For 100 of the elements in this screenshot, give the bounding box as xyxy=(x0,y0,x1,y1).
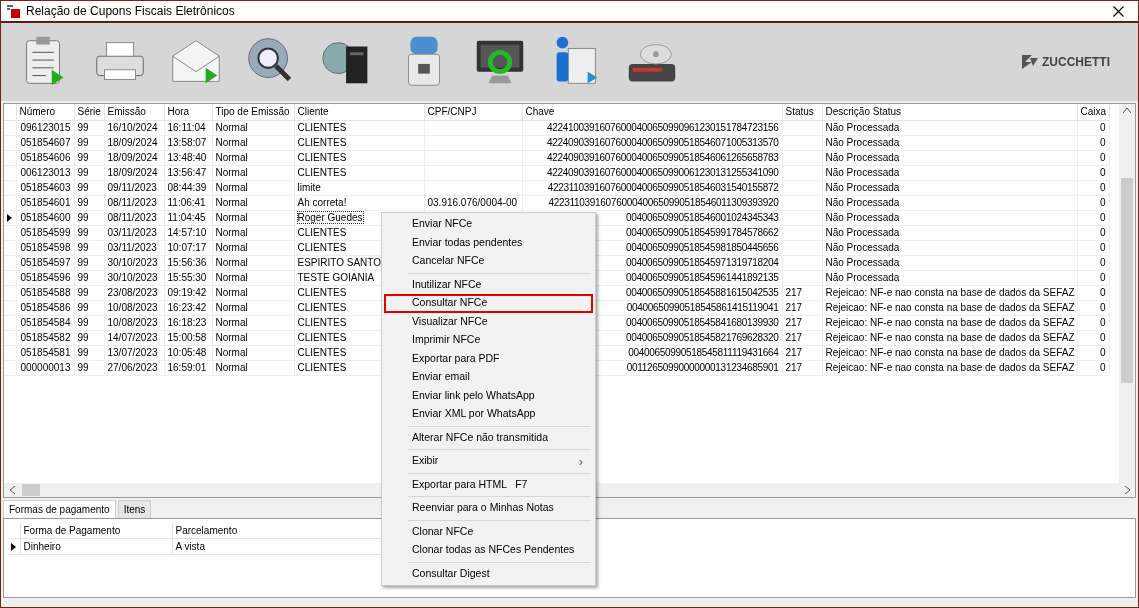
table-cell: 18/09/2024 xyxy=(104,165,164,180)
table-cell: Normal xyxy=(212,315,294,330)
table-cell: 0 xyxy=(1077,135,1109,150)
table-cell: 13:58:07 xyxy=(164,135,212,150)
table-cell: 42240903916076000400650990518546061265658783 xyxy=(522,150,782,165)
table-cell: 051854597 xyxy=(16,255,74,270)
table-cell: 08/11/2023 xyxy=(104,195,164,210)
table-cell: 42231103916076000400650990518546031540155872 xyxy=(522,180,782,195)
table-cell: 13:48:40 xyxy=(164,150,212,165)
table-cell: 0 xyxy=(1077,285,1109,300)
table-cell: 051854588 xyxy=(16,285,74,300)
table-cell: 217 xyxy=(782,285,822,300)
table-cell: 99 xyxy=(74,285,104,300)
table-cell: CLIENTES xyxy=(294,165,424,180)
table-cell: Rejeicao: NF-e nao consta na base de dados da SEFAZ xyxy=(822,360,1077,375)
table-cell: 42241003916076000400650990961230151784723156 xyxy=(522,120,782,135)
table-cell: 09:19:42 xyxy=(164,285,212,300)
table-cell: 03/11/2023 xyxy=(104,225,164,240)
table-cell: 14/07/2023 xyxy=(104,330,164,345)
table-cell: 0 xyxy=(1077,300,1109,315)
table-cell: 000000013 xyxy=(16,360,74,375)
table-cell: Normal xyxy=(212,345,294,360)
table-cell: 0 xyxy=(1077,255,1109,270)
table-cell: 99 xyxy=(74,210,104,225)
submenu-arrow-icon: › xyxy=(578,451,583,471)
table-cell: 096123015 xyxy=(16,120,74,135)
table-cell: 99 xyxy=(74,180,104,195)
table-cell: 99 xyxy=(74,240,104,255)
table-cell: Normal xyxy=(212,255,294,270)
table-cell: 99 xyxy=(74,360,104,375)
table-cell: 42240903916076000400650990518546071005313570 xyxy=(522,135,782,150)
table-cell: 99 xyxy=(74,270,104,285)
table-cell: 0 xyxy=(1077,240,1109,255)
table-cell: Não Processada xyxy=(822,210,1077,225)
table-cell: Rejeicao: NF-e nao consta na base de dados da SEFAZ xyxy=(822,285,1077,300)
table-cell: 30/10/2023 xyxy=(104,255,164,270)
table-cell: Normal xyxy=(212,240,294,255)
table-cell: Ah correta! xyxy=(294,195,424,210)
table-cell: 0 xyxy=(1077,345,1109,360)
table-cell: 10/08/2023 xyxy=(104,300,164,315)
table-cell: 0 xyxy=(1077,315,1109,330)
table-cell: Roger Guedes xyxy=(297,212,363,223)
table-cell: limite xyxy=(294,180,424,195)
table-cell: 99 xyxy=(74,135,104,150)
table-cell: 08/11/2023 xyxy=(104,210,164,225)
table-cell: 03/11/2023 xyxy=(104,240,164,255)
table-cell: 051854584 xyxy=(16,315,74,330)
table-cell: Não Processada xyxy=(822,255,1077,270)
table-cell: 051854581 xyxy=(16,345,74,360)
table-cell: 051854599 xyxy=(16,225,74,240)
table-cell: 11:04:45 xyxy=(164,210,212,225)
table-cell: 99 xyxy=(74,225,104,240)
table-cell: Rejeicao: NF-e nao consta na base de dados da SEFAZ xyxy=(822,315,1077,330)
window-title: Relação de Cupons Fiscais Eletrônicos xyxy=(26,3,236,20)
table-cell: 10:05:48 xyxy=(164,345,212,360)
table-cell: 0 xyxy=(1077,150,1109,165)
table-cell: 14:57:10 xyxy=(164,225,212,240)
table-cell: Normal xyxy=(212,300,294,315)
table-cell: 051854601 xyxy=(16,195,74,210)
table-cell: 30/10/2023 xyxy=(104,270,164,285)
table-cell: 16:23:42 xyxy=(164,300,212,315)
table-cell: 006123013 xyxy=(16,165,74,180)
table-cell: Não Processada xyxy=(822,135,1077,150)
table-cell: 42240903916076000400650990061230131255341090 xyxy=(522,165,782,180)
table-cell: 16:59:01 xyxy=(164,360,212,375)
table-cell: 0 xyxy=(1077,360,1109,375)
table-cell: Rejeicao: NF-e nao consta na base de dados da SEFAZ xyxy=(822,345,1077,360)
table-cell: Normal xyxy=(212,360,294,375)
table-cell: 16/10/2024 xyxy=(104,120,164,135)
table-cell: CLIENTES xyxy=(294,150,424,165)
table-cell: Normal xyxy=(212,330,294,345)
table-cell: 0 xyxy=(1077,120,1109,135)
table-cell: Normal xyxy=(212,150,294,165)
table-cell: 99 xyxy=(74,315,104,330)
table-cell: 99 xyxy=(74,255,104,270)
table-cell: 051854606 xyxy=(16,150,74,165)
table-cell: Não Processada xyxy=(822,270,1077,285)
table-cell: 03.916.076/0004-00 xyxy=(424,195,522,210)
table-cell: Normal xyxy=(212,270,294,285)
table-cell: 0 xyxy=(1077,210,1109,225)
table-cell: Dinheiro xyxy=(20,538,172,555)
table-cell: Normal xyxy=(212,180,294,195)
brand-name: ZUCCHETTI xyxy=(1042,54,1110,71)
table-cell: Não Processada xyxy=(822,225,1077,240)
table-cell: 217 xyxy=(782,315,822,330)
table-cell: Não Processada xyxy=(822,165,1077,180)
shortcut-text: F7 xyxy=(515,476,528,492)
table-cell: 051854600 xyxy=(16,210,74,225)
table-cell: Rejeicao: NF-e nao consta na base de dados da SEFAZ xyxy=(822,330,1077,345)
table-cell: Normal xyxy=(212,135,294,150)
table-cell: Não Processada xyxy=(822,150,1077,165)
table-cell: 18/09/2024 xyxy=(104,150,164,165)
table-cell: CLIENTES xyxy=(294,135,424,150)
table-cell: 09/11/2023 xyxy=(104,180,164,195)
table-cell: 15:56:36 xyxy=(164,255,212,270)
table-cell: Normal xyxy=(212,225,294,240)
table-cell: Normal xyxy=(212,195,294,210)
table-cell: 08:44:39 xyxy=(164,180,212,195)
table-cell: Rejeicao: NF-e nao consta na base de dados da SEFAZ xyxy=(822,300,1077,315)
table-cell: 0 xyxy=(1077,195,1109,210)
